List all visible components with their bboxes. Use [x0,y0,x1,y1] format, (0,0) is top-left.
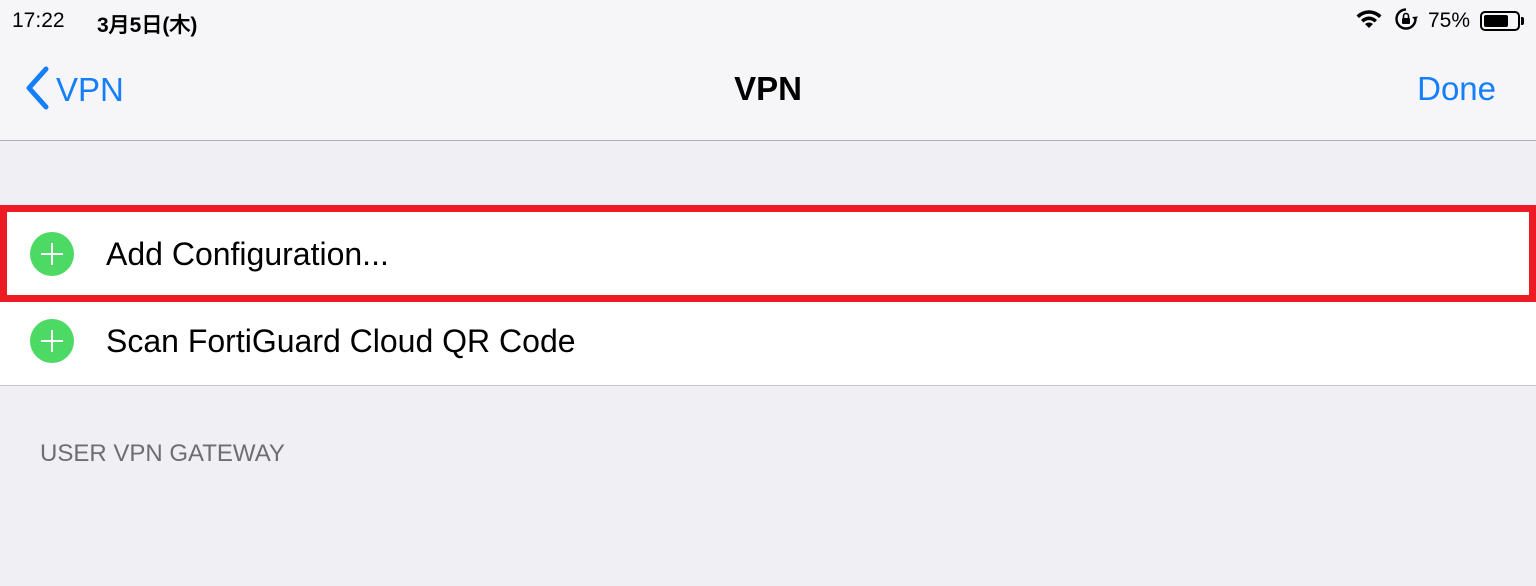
status-date: 3月5日(木) [97,14,198,37]
done-button[interactable]: Done [1417,70,1496,108]
add-configuration-row[interactable]: Add Configuration... [0,211,1536,298]
battery-percent: 75% [1427,9,1470,32]
wifi-icon [1354,8,1384,35]
section-header-user-vpn-gateway: USER VPN GATEWAY [40,440,285,467]
status-bar: 17:22 3月5日(木) 75% [0,0,1536,42]
orientation-lock-icon [1394,7,1418,36]
navigation-bar: VPN VPN Done [0,42,1536,141]
add-configuration-label: Add Configuration... [106,236,389,272]
vpn-options-list: Add Configuration... Scan FortiGuard Clo… [0,210,1536,386]
scan-qr-code-label: Scan FortiGuard Cloud QR Code [106,323,576,359]
status-indicators: 75% [1354,6,1524,36]
plus-circle-icon [30,319,74,363]
page-title: VPN [734,70,802,107]
status-time: 17:22 [12,9,65,32]
scan-qr-code-row[interactable]: Scan FortiGuard Cloud QR Code [0,298,1536,385]
battery-icon [1480,11,1524,31]
plus-circle-icon [30,232,74,276]
